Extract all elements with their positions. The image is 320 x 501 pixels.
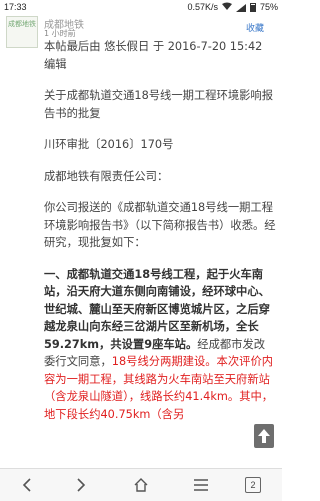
avatar[interactable]: 成都地铁: [6, 16, 38, 48]
section-1: 一、成都轨道交通18号线工程，起于火车南站，沿天府大道东侧向南铺设，经环球中心、…: [44, 266, 276, 424]
bottom-toolbar: 2: [0, 468, 282, 501]
post-header: 成都地铁 成都地铁 1 小时前 收藏: [0, 14, 282, 48]
back-button[interactable]: [16, 475, 38, 495]
network-speed: 0.57K/s: [187, 2, 218, 12]
edited-note: 本帖最后由 悠长假日 于 2016-7-20 15:42 编辑: [44, 40, 263, 71]
wifi-icon: [221, 2, 232, 12]
signal-icon: [235, 3, 246, 12]
favorite-button[interactable]: 收藏: [246, 21, 264, 34]
chevron-right-icon: [77, 478, 86, 492]
arrow-up-icon: [258, 429, 270, 443]
status-icons: 0.57K/s 75%: [187, 2, 278, 12]
home-icon: [134, 478, 148, 492]
intro-paragraph: 你公司报送的《成都轨道交通18号线一期工程环境影响报告书》（以下简称报告书）收悉…: [44, 201, 276, 249]
scroll-to-top-button[interactable]: [254, 424, 274, 448]
menu-icon: [194, 479, 208, 491]
avatar-text: 成都地铁: [8, 20, 36, 28]
forward-button[interactable]: [70, 475, 92, 495]
battery-percent: 75%: [259, 2, 278, 12]
tabs-button[interactable]: 2: [242, 475, 264, 495]
post-content: 本帖最后由 悠长假日 于 2016-7-20 15:42 编辑 关于成都轨道交通…: [44, 38, 276, 435]
tab-count: 2: [245, 477, 261, 493]
clock: 17:33: [4, 2, 27, 12]
doc-number: 川环审批〔2016〕170号: [44, 138, 174, 151]
menu-button[interactable]: [190, 475, 212, 495]
post-title: 关于成都轨道交通18号线一期工程环境影响报告书的批复: [44, 89, 274, 120]
addressee: 成都地铁有限责任公司：: [44, 169, 169, 183]
chevron-left-icon: [22, 478, 31, 492]
battery-icon: [249, 2, 256, 12]
status-bar: 17:33 0.57K/s 75%: [0, 0, 282, 14]
home-button[interactable]: [130, 475, 152, 495]
